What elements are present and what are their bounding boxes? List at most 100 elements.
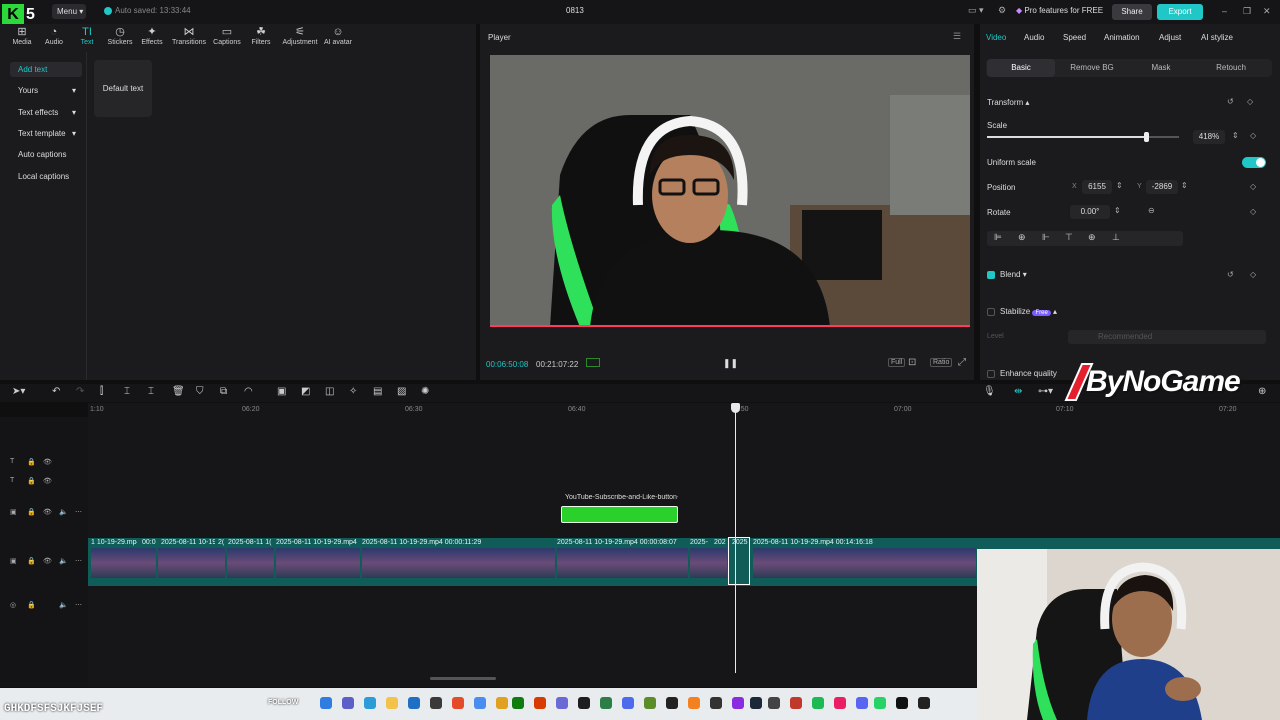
split-right-icon[interactable]: ⌶ [148, 386, 154, 397]
magic-icon[interactable]: ✧ [349, 386, 357, 397]
minimize-icon[interactable]: – [1222, 6, 1227, 16]
speaker-icon[interactable]: 🔈 [59, 557, 68, 565]
store-icon[interactable] [408, 697, 420, 709]
keyframe-icon[interactable]: ◇ [1247, 97, 1253, 106]
app-icon[interactable] [710, 697, 722, 709]
cursor-icon[interactable]: ➤▾ [12, 386, 25, 397]
video-clip[interactable] [90, 548, 156, 578]
undo-icon[interactable]: ↶ [52, 386, 60, 397]
split-icon[interactable]: ⫿ [100, 386, 103, 397]
mirror-icon[interactable]: ◫ [325, 386, 334, 397]
ai-icon[interactable]: ✺ [421, 386, 429, 397]
explorer-icon[interactable] [386, 697, 398, 709]
level-select[interactable]: Recommended [1068, 330, 1266, 344]
edge-icon[interactable] [364, 697, 376, 709]
photos-icon[interactable] [474, 697, 486, 709]
app-icon[interactable] [578, 697, 590, 709]
selected-clip[interactable] [728, 537, 750, 585]
scale-input[interactable]: 418% [1193, 130, 1225, 144]
pause-button[interactable]: ❚❚ [723, 358, 738, 369]
align-left-icon[interactable]: ⊫ [994, 232, 1002, 243]
rotate-input[interactable]: 0.00° [1070, 205, 1110, 219]
close-icon[interactable]: ✕ [1263, 6, 1271, 17]
lock-icon[interactable]: 🔒 [27, 508, 36, 516]
zoom-icon[interactable]: ⊕ [1258, 386, 1266, 397]
microphone-icon[interactable]: 🎙 [983, 386, 996, 397]
folder-icon[interactable] [496, 697, 508, 709]
terminal-icon[interactable] [430, 697, 442, 709]
stepper-icon[interactable]: ⇕ [1181, 181, 1188, 190]
tab-video[interactable]: Video [986, 33, 1006, 42]
capcut-icon[interactable] [918, 697, 930, 709]
timeline-scrollbar[interactable] [430, 677, 496, 680]
stabilize-checkbox[interactable] [987, 308, 995, 316]
uniform-scale-toggle[interactable] [1242, 157, 1266, 168]
more-icon[interactable]: ⋯ [75, 508, 82, 516]
position-y-input[interactable]: -2869 [1146, 180, 1178, 194]
video-clip[interactable] [226, 548, 274, 578]
align-middle-icon[interactable]: ⊕ [1088, 232, 1096, 243]
lock-icon[interactable]: 🔒 [27, 458, 36, 466]
sticker-clip[interactable] [561, 506, 678, 523]
redo-icon[interactable]: ↷ [76, 386, 84, 397]
app-icon[interactable] [688, 697, 700, 709]
rotate-dial-icon[interactable]: ⊖ [1148, 206, 1155, 215]
stepper-icon[interactable]: ⇕ [1232, 131, 1239, 140]
share-button[interactable]: Share [1112, 4, 1152, 20]
blend-checkbox[interactable] [987, 271, 995, 279]
office-icon[interactable] [452, 697, 464, 709]
scale-slider-handle[interactable] [1144, 132, 1149, 142]
crop-icon[interactable]: ⧉ [220, 386, 227, 397]
app-icon[interactable] [600, 697, 612, 709]
more-icon[interactable]: ⋯ [75, 601, 82, 609]
video-preview[interactable] [490, 55, 970, 327]
eye-icon[interactable]: 👁 [43, 458, 52, 466]
discord-icon[interactable] [856, 697, 868, 709]
keyframe-icon[interactable]: ◇ [1250, 182, 1256, 191]
menu-button[interactable]: Menu ▾ [52, 4, 86, 19]
video-clip[interactable] [689, 548, 727, 578]
enhance-checkbox[interactable] [987, 370, 995, 378]
more-icon[interactable]: ⋯ [75, 557, 82, 565]
timeline-ruler[interactable] [88, 403, 1280, 417]
side-item-text-effects[interactable]: Text effects ▾ [10, 105, 82, 120]
app-icon[interactable] [768, 697, 780, 709]
tab-animation[interactable]: Animation [1104, 33, 1140, 42]
eye-icon[interactable]: 👁 [43, 508, 52, 516]
link-icon[interactable]: ⇹ [1014, 386, 1022, 397]
caption-icon[interactable]: ▤ [373, 386, 382, 397]
freeze-icon[interactable]: ▣ [277, 386, 286, 397]
default-text-card[interactable]: Default text [94, 60, 152, 117]
layout-icon[interactable]: ▭ ▾ [968, 5, 984, 16]
subtab-retouch[interactable]: Retouch [1197, 59, 1265, 77]
video-clip[interactable] [275, 548, 360, 578]
pro-features-button[interactable]: ◆ Pro features for FREE [1016, 6, 1103, 15]
split-left-icon[interactable]: ⌶ [124, 386, 130, 397]
chrome-icon[interactable] [790, 697, 802, 709]
align-center-icon[interactable]: ⊕ [1018, 232, 1026, 243]
playhead[interactable] [735, 405, 736, 673]
copilot-icon[interactable] [320, 697, 332, 709]
subtab-mask[interactable]: Mask [1127, 59, 1195, 77]
keyframe-icon[interactable]: ◇ [1250, 270, 1256, 279]
tab-speed[interactable]: Speed [1063, 33, 1086, 42]
subtab-basic[interactable]: Basic [987, 59, 1055, 77]
app-icon[interactable] [732, 697, 744, 709]
side-item-local-captions[interactable]: Local captions [10, 169, 82, 184]
stabilize-section[interactable]: Stabilize Free ▴ [1000, 307, 1057, 316]
spotify-icon[interactable] [812, 697, 824, 709]
tool-effects[interactable]: ✦ Effects [134, 26, 170, 46]
app-icon[interactable] [534, 697, 546, 709]
stepper-icon[interactable]: ⇕ [1114, 206, 1121, 215]
tool-adjustment[interactable]: ⚟ Adjustment [280, 26, 320, 46]
side-item-yours[interactable]: Yours ▾ [10, 83, 82, 98]
transform-section[interactable]: Transform ▴ [987, 98, 1029, 107]
position-x-input[interactable]: 6155 [1082, 180, 1112, 194]
playback-progress[interactable] [490, 325, 970, 327]
teams-icon[interactable] [342, 697, 354, 709]
lock-icon[interactable]: 🔒 [27, 477, 36, 485]
stepper-icon[interactable]: ⇕ [1116, 181, 1123, 190]
playhead-handle[interactable] [731, 403, 740, 413]
video-clip[interactable] [361, 548, 555, 578]
speaker-icon[interactable]: 🔈 [59, 601, 68, 609]
